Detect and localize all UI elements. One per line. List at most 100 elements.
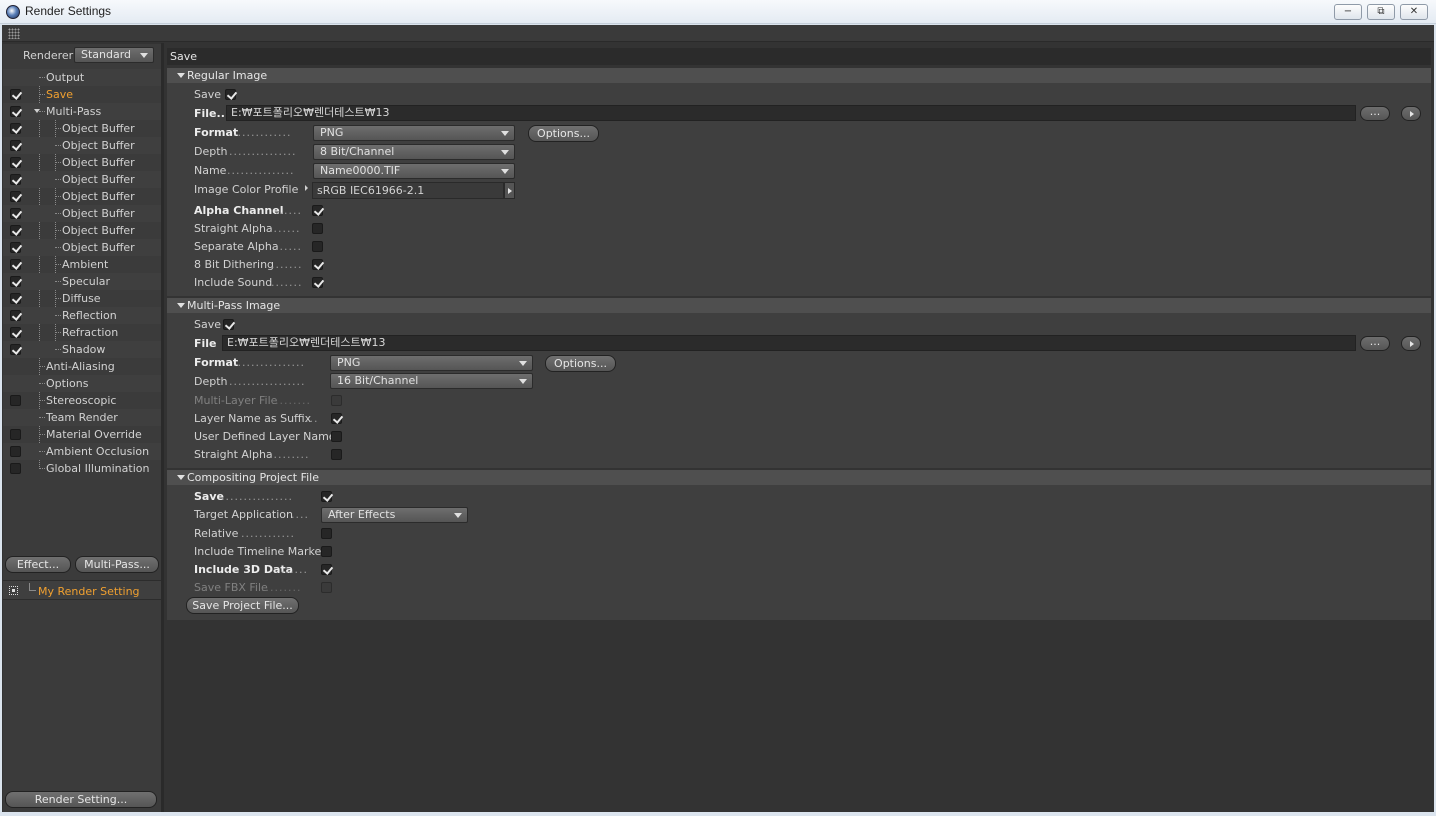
save-project-file-button[interactable]: Save Project File... <box>186 597 299 614</box>
renderer-value: Standard <box>81 48 132 61</box>
regular-separate-checkbox[interactable] <box>312 241 323 252</box>
tree-item-checkbox[interactable] <box>10 327 21 338</box>
regular-file-field[interactable]: E:₩포트폴리오₩렌더테스트₩13 <box>226 105 1356 121</box>
comp-timeline-checkbox[interactable] <box>321 546 332 557</box>
tree-item-object-buffer[interactable]: Object Buffer <box>3 239 161 256</box>
tree-item-output[interactable]: Output <box>3 69 161 86</box>
tree-item-reflection[interactable]: Reflection <box>3 307 161 324</box>
mp-file-field[interactable]: E:₩포트폴리오₩렌더테스트₩13 <box>222 335 1356 351</box>
comp-3d-checkbox[interactable] <box>321 564 332 575</box>
regular-sound-checkbox[interactable] <box>312 277 323 288</box>
tree-item-checkbox[interactable] <box>10 89 21 100</box>
mp-options-button[interactable]: Options... <box>545 355 616 372</box>
tree-item-checkbox[interactable] <box>10 310 21 321</box>
tree-item-checkbox[interactable] <box>10 106 21 117</box>
tree-item-options[interactable]: Options <box>3 375 161 392</box>
caret-right-icon[interactable] <box>305 185 308 191</box>
tree-item-object-buffer[interactable]: Object Buffer <box>3 222 161 239</box>
regular-options-button[interactable]: Options... <box>528 125 599 142</box>
mp-multilayer-checkbox[interactable] <box>331 395 342 406</box>
close-button[interactable]: ✕ <box>1400 4 1428 20</box>
comp-save-label: Save <box>194 490 224 503</box>
mp-format-dropdown[interactable]: PNG <box>330 355 533 371</box>
tree-item-object-buffer[interactable]: Object Buffer <box>3 137 161 154</box>
comp-target-dropdown[interactable]: After Effects <box>321 507 468 523</box>
leader-dots: ............. <box>233 126 292 139</box>
regular-profile-field[interactable]: sRGB IEC61966-2.1 <box>312 182 504 199</box>
panel-divider[interactable] <box>161 43 164 812</box>
regular-depth-dropdown[interactable]: 8 Bit/Channel <box>313 144 515 160</box>
regular-depth-row: Depth ............... 8 Bit/Channel <box>167 143 1431 161</box>
tree-item-object-buffer[interactable]: Object Buffer <box>3 120 161 137</box>
renderer-dropdown[interactable]: Standard <box>74 47 154 63</box>
tree-item-ambient[interactable]: Ambient <box>3 256 161 273</box>
tree-item-checkbox[interactable] <box>10 395 21 406</box>
regular-alpha-checkbox[interactable] <box>312 205 323 216</box>
mp-file-arrow-button[interactable] <box>1401 336 1421 351</box>
mp-browse-button[interactable]: ... <box>1360 336 1390 351</box>
comp-save-checkbox[interactable] <box>321 491 332 502</box>
tree-item-checkbox[interactable] <box>10 242 21 253</box>
tree-item-diffuse[interactable]: Diffuse <box>3 290 161 307</box>
tree-item-object-buffer[interactable]: Object Buffer <box>3 154 161 171</box>
mp-file-label[interactable]: File <box>194 337 217 350</box>
profile-menu-button[interactable] <box>504 182 515 199</box>
regular-straight-checkbox[interactable] <box>312 223 323 234</box>
tree-item-specular[interactable]: Specular <box>3 273 161 290</box>
regular-browse-button[interactable]: ... <box>1360 106 1390 121</box>
tree-item-multi-pass[interactable]: Multi-Pass <box>3 103 161 120</box>
regular-save-checkbox[interactable] <box>225 89 236 100</box>
tree-item-checkbox[interactable] <box>10 276 21 287</box>
comp-fbx-checkbox[interactable] <box>321 582 332 593</box>
tree-item-refraction[interactable]: Refraction <box>3 324 161 341</box>
effect-button[interactable]: Effect... <box>5 556 71 573</box>
tree-item-checkbox[interactable] <box>10 344 21 355</box>
render-setting-button[interactable]: Render Setting... <box>5 791 157 808</box>
tree-item-checkbox[interactable] <box>10 208 21 219</box>
tree-item-checkbox[interactable] <box>10 123 21 134</box>
minimize-button[interactable]: − <box>1334 4 1362 20</box>
mp-suffix-checkbox[interactable] <box>331 413 342 424</box>
tree-item-shadow[interactable]: Shadow <box>3 341 161 358</box>
regular-name-dropdown[interactable]: Name0000.TIF <box>313 163 515 179</box>
tree-item-checkbox[interactable] <box>10 463 21 474</box>
comp-relative-checkbox[interactable] <box>321 528 332 539</box>
regular-format-dropdown[interactable]: PNG <box>313 125 515 141</box>
tree-item-object-buffer[interactable]: Object Buffer <box>3 188 161 205</box>
tree-item-anti-aliasing[interactable]: Anti-Aliasing <box>3 358 161 375</box>
compositing-header[interactable]: Compositing Project File <box>167 470 1431 485</box>
tree-item-checkbox[interactable] <box>10 140 21 151</box>
tree-item-checkbox[interactable] <box>10 293 21 304</box>
multi-pass-image-header[interactable]: Multi-Pass Image <box>167 298 1431 313</box>
chevron-down-icon <box>454 513 462 518</box>
tree-item-checkbox[interactable] <box>10 157 21 168</box>
tree-item-checkbox[interactable] <box>10 446 21 457</box>
tree-item-save[interactable]: Save <box>3 86 161 103</box>
chevron-down-icon <box>501 131 509 136</box>
render-setting-item[interactable]: My Render Setting <box>3 580 161 600</box>
regular-dither-checkbox[interactable] <box>312 259 323 270</box>
tree-item-ambient-occlusion[interactable]: Ambient Occlusion <box>3 443 161 460</box>
regular-image-header[interactable]: Regular Image <box>167 68 1431 83</box>
mp-depth-dropdown[interactable]: 16 Bit/Channel <box>330 373 533 389</box>
tree-item-checkbox[interactable] <box>10 259 21 270</box>
multi-pass-button[interactable]: Multi-Pass... <box>75 556 159 573</box>
tree-item-material-override[interactable]: Material Override <box>3 426 161 443</box>
tree-item-checkbox[interactable] <box>10 225 21 236</box>
regular-file-arrow-button[interactable] <box>1401 106 1421 121</box>
mp-straight-checkbox[interactable] <box>331 449 342 460</box>
tree-item-team-render[interactable]: Team Render <box>3 409 161 426</box>
tree-item-object-buffer[interactable]: Object Buffer <box>3 205 161 222</box>
tree-item-checkbox[interactable] <box>10 191 21 202</box>
grip-icon[interactable] <box>8 28 20 39</box>
mp-save-checkbox[interactable] <box>223 319 234 330</box>
tree-item-stereoscopic[interactable]: Stereoscopic <box>3 392 161 409</box>
restore-button[interactable]: ⧉ <box>1367 4 1395 20</box>
tree-item-global-illumination[interactable]: Global Illumination <box>3 460 161 477</box>
chevron-down-icon <box>501 169 509 174</box>
tree-item-object-buffer[interactable]: Object Buffer <box>3 171 161 188</box>
tree-item-checkbox[interactable] <box>10 174 21 185</box>
tree-item-checkbox[interactable] <box>10 429 21 440</box>
regular-file-label[interactable]: File... <box>194 107 229 120</box>
mp-userdef-checkbox[interactable] <box>331 431 342 442</box>
